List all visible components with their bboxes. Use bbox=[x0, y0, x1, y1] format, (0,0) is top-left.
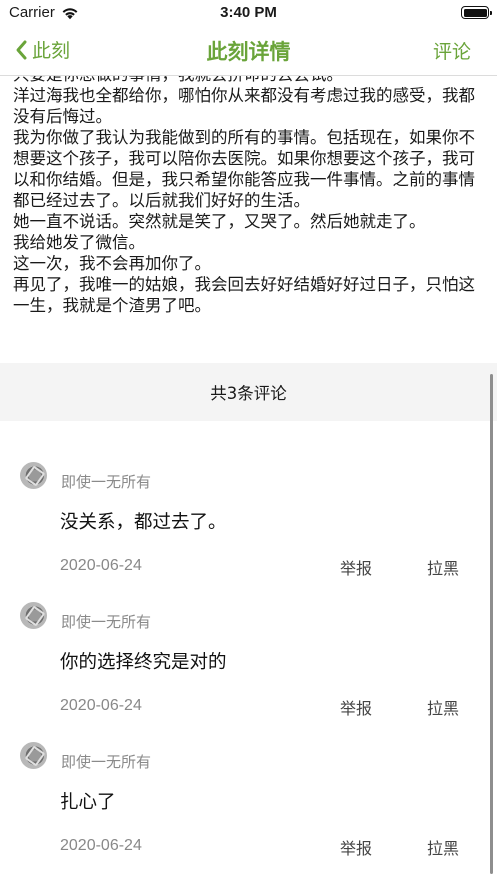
battery-icon bbox=[461, 6, 492, 19]
comment-date: 2020-06-24 bbox=[60, 837, 142, 854]
comment-count-header: 共3条评论 bbox=[0, 363, 497, 421]
back-button[interactable]: 此刻 bbox=[14, 36, 70, 63]
comment-date: 2020-06-24 bbox=[60, 557, 142, 574]
article-paragraph: 我给她发了微信。 bbox=[13, 233, 145, 252]
comment-item: 即使一无所有 没关系，都过去了。 2020-06-24 举报 拉黑 bbox=[0, 462, 497, 602]
comment-count-label: 共3条评论 bbox=[210, 384, 287, 403]
comment-item: 即使一无所有 你的选择终究是对的 2020-06-24 举报 拉黑 bbox=[0, 602, 497, 742]
report-button[interactable]: 举报 bbox=[340, 695, 372, 719]
avatar[interactable] bbox=[20, 462, 47, 489]
back-label: 此刻 bbox=[32, 40, 71, 62]
block-button[interactable]: 拉黑 bbox=[427, 695, 459, 719]
avatar[interactable] bbox=[20, 742, 47, 769]
article-paragraph: 洋过海我也全都给你，哪怕你从来都没有考虑过我的感受，我都没有后悔过。 bbox=[13, 86, 475, 126]
comment-date: 2020-06-24 bbox=[60, 697, 142, 714]
avatar[interactable] bbox=[20, 602, 47, 629]
comment-username: 即使一无所有 bbox=[61, 473, 152, 491]
status-time: 3:40 PM bbox=[220, 4, 277, 21]
comment-username: 即使一无所有 bbox=[61, 613, 152, 631]
comment-text: 你的选择终究是对的 bbox=[60, 652, 227, 673]
report-button[interactable]: 举报 bbox=[340, 555, 372, 579]
article-paragraph: 只要是你想做的事情，我就会拼命的去尝试。 bbox=[13, 76, 489, 85]
page-title: 此刻详情 bbox=[206, 40, 291, 64]
comment-username: 即使一无所有 bbox=[61, 753, 152, 771]
navigation-bar: 此刻 此刻详情 评论 bbox=[0, 26, 497, 76]
report-button[interactable]: 举报 bbox=[340, 835, 372, 859]
article-viewport: 只要是你想做的事情，我就会拼命的去尝试。 洋过海我也全都给你，哪怕你从来都没有考… bbox=[0, 76, 497, 348]
comment-item: 即使一无所有 扎心了 2020-06-24 举报 拉黑 bbox=[0, 742, 497, 882]
chevron-left-icon bbox=[16, 40, 27, 59]
article-paragraph: 这一次，我不会再加你了。 bbox=[13, 254, 211, 273]
comment-text: 扎心了 bbox=[60, 792, 116, 813]
block-button[interactable]: 拉黑 bbox=[427, 555, 459, 579]
status-bar: Carrier 3:40 PM bbox=[0, 0, 497, 26]
article-paragraph: 她一直不说话。突然就是笑了，又哭了。然后她就走了。 bbox=[13, 212, 426, 231]
article-body: 只要是你想做的事情，我就会拼命的去尝试。 洋过海我也全都给你，哪怕你从来都没有考… bbox=[13, 76, 489, 316]
comment-text: 没关系，都过去了。 bbox=[60, 512, 227, 533]
article-paragraph: 再见了，我唯一的姑娘，我会回去好好结婚好好过日子，只怕这一生，我就是个渣男了吧。 bbox=[13, 275, 475, 315]
scrollbar[interactable] bbox=[490, 374, 493, 874]
comment-button[interactable]: 评论 bbox=[433, 37, 471, 64]
article-paragraph: 我为你做了我认为我能做到的所有的事情。包括现在，如果你不想要这个孩子，我可以陪你… bbox=[13, 128, 475, 210]
block-button[interactable]: 拉黑 bbox=[427, 835, 459, 859]
